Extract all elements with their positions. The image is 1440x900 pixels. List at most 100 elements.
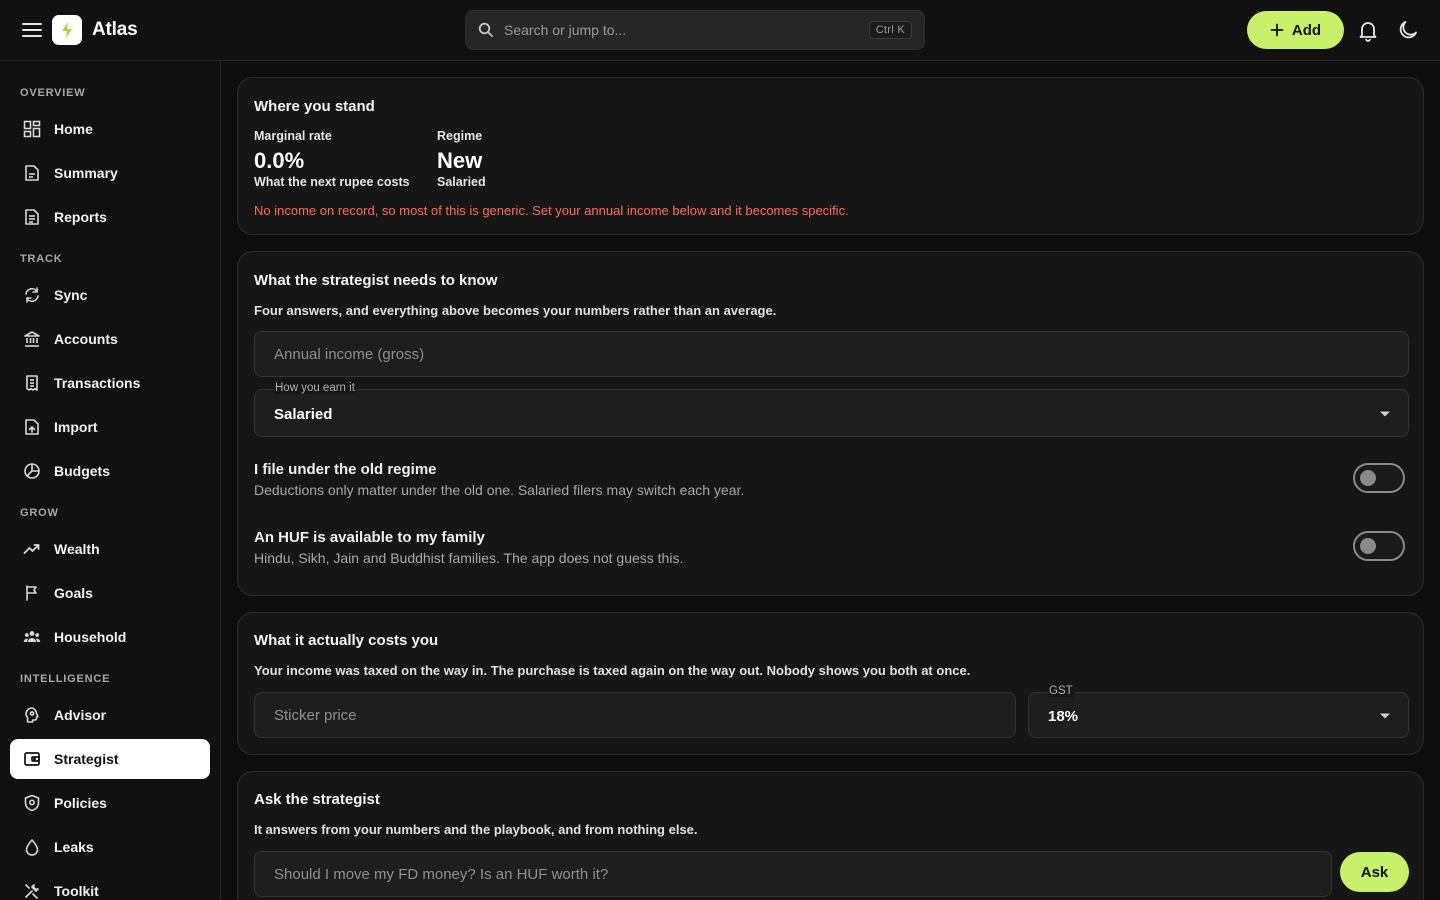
card-subtitle: Four answers, and everything above becom… <box>254 303 777 318</box>
flag-icon <box>22 583 42 603</box>
old-regime-description: Deductions only matter under the old one… <box>254 482 745 498</box>
sidebar-item-wealth[interactable]: Wealth <box>10 529 210 569</box>
chevron-down-icon <box>1380 411 1390 417</box>
app-name: Atlas <box>92 19 138 40</box>
sidebar-item-strategist[interactable]: Strategist <box>10 739 210 779</box>
sidebar-item-goals[interactable]: Goals <box>10 573 210 613</box>
sidebar-item-label: Budgets <box>54 463 110 479</box>
old-regime-toggle[interactable] <box>1353 463 1405 493</box>
bank-icon <box>22 329 42 349</box>
sidebar-item-label: Transactions <box>54 375 141 391</box>
sidebar-item-transactions[interactable]: Transactions <box>10 363 210 403</box>
old-regime-title: I file under the old regime <box>254 461 437 478</box>
marginal-rate-note: What the next rupee costs <box>254 175 410 189</box>
toggle-knob <box>1360 470 1376 486</box>
earn-type-select[interactable]: How you earn it Salaried <box>254 382 1409 437</box>
sidebar-item-label: Home <box>54 121 93 137</box>
sidebar-item-label: Import <box>54 419 98 435</box>
wallet-icon <box>22 749 42 769</box>
sidebar-item-budgets[interactable]: Budgets <box>10 451 210 491</box>
sidebar-item-label: Goals <box>54 585 93 601</box>
ask-field[interactable] <box>254 851 1332 897</box>
huf-toggle[interactable] <box>1353 531 1405 561</box>
section-intelligence: INTELLIGENCE <box>20 673 111 685</box>
sidebar-item-label: Strategist <box>54 751 119 767</box>
plus-icon <box>1270 23 1284 37</box>
shield-icon <box>22 793 42 813</box>
stand-card: Where you stand Marginal rate 0.0% What … <box>237 77 1424 235</box>
sync-icon <box>22 285 42 305</box>
earn-type-value: Salaried <box>274 406 333 423</box>
sidebar-item-label: Summary <box>54 165 118 181</box>
sticker-price-input[interactable] <box>255 693 1015 737</box>
sidebar-item-policies[interactable]: Policies <box>10 783 210 823</box>
huf-description: Hindu, Sikh, Jain and Buddhist families.… <box>254 550 684 566</box>
sidebar-item-leaks[interactable]: Leaks <box>10 827 210 867</box>
ask-card: Ask the strategist It answers from your … <box>237 771 1424 900</box>
sidebar-item-sync[interactable]: Sync <box>10 275 210 315</box>
needs-card: What the strategist needs to know Four a… <box>237 251 1424 596</box>
sidebar-item-toolkit[interactable]: Toolkit <box>10 871 210 900</box>
gst-value: 18% <box>1048 708 1079 725</box>
sidebar-item-advisor[interactable]: Advisor <box>10 695 210 735</box>
search-bar[interactable]: Search or jump to... Ctrl K <box>465 10 925 50</box>
card-subtitle: Your income was taxed on the way in. The… <box>254 663 971 678</box>
sidebar-item-label: Policies <box>54 795 107 811</box>
sidebar-item-import[interactable]: Import <box>10 407 210 447</box>
sidebar: OVERVIEW Home Summary Reports TRACK Sync… <box>0 61 221 900</box>
sidebar-item-label: Toolkit <box>54 883 99 899</box>
top-bar: Atlas Search or jump to... Ctrl K Add <box>0 0 1440 61</box>
bell-icon[interactable] <box>1356 18 1380 42</box>
gst-label: GST <box>1048 685 1074 697</box>
sidebar-item-label: Advisor <box>54 707 107 723</box>
section-grow: GROW <box>20 507 59 519</box>
people-icon <box>22 627 42 647</box>
section-track: TRACK <box>20 253 63 265</box>
sidebar-item-label: Reports <box>54 209 107 225</box>
regime-label: Regime <box>437 129 483 143</box>
drop-icon <box>22 837 42 857</box>
marginal-rate-label: Marginal rate <box>254 129 332 143</box>
menu-icon[interactable] <box>20 19 44 41</box>
document-icon <box>22 163 42 183</box>
search-placeholder: Search or jump to... <box>504 22 627 38</box>
sidebar-item-summary[interactable]: Summary <box>10 153 210 193</box>
search-shortcut: Ctrl K <box>868 21 912 39</box>
brain-icon <box>22 705 42 725</box>
app-logo[interactable] <box>52 15 82 45</box>
card-title: Where you stand <box>254 98 375 115</box>
add-button[interactable]: Add <box>1247 11 1344 49</box>
card-subtitle: It answers from your numbers and the pla… <box>254 822 698 837</box>
regime-note: Salaried <box>437 175 486 189</box>
sidebar-item-reports[interactable]: Reports <box>10 197 210 237</box>
trend-icon <box>22 539 42 559</box>
bolt-icon <box>62 22 72 38</box>
tools-icon <box>22 881 42 900</box>
annual-income-field[interactable] <box>254 331 1409 377</box>
gst-select[interactable]: GST 18% <box>1028 685 1409 738</box>
grid-icon <box>22 119 42 139</box>
search-icon <box>478 22 493 37</box>
ask-button[interactable]: Ask <box>1340 852 1409 892</box>
sidebar-item-home[interactable]: Home <box>10 109 210 149</box>
moon-icon[interactable] <box>1396 18 1420 42</box>
sidebar-item-label: Accounts <box>54 331 118 347</box>
regime-value: New <box>437 148 483 173</box>
huf-title: An HUF is available to my family <box>254 529 485 546</box>
ask-input[interactable] <box>255 852 1331 896</box>
earn-type-label: How you earn it <box>274 382 356 394</box>
sidebar-item-label: Sync <box>54 287 88 303</box>
annual-income-input[interactable] <box>255 332 1408 376</box>
sidebar-item-accounts[interactable]: Accounts <box>10 319 210 359</box>
add-button-label: Add <box>1291 21 1322 39</box>
sidebar-item-label: Household <box>54 629 127 645</box>
report-icon <box>22 207 42 227</box>
costs-card: What it actually costs you Your income w… <box>237 612 1424 755</box>
chevron-down-icon <box>1380 713 1390 719</box>
sidebar-item-label: Wealth <box>54 541 100 557</box>
sidebar-item-household[interactable]: Household <box>10 617 210 657</box>
toggle-knob <box>1360 538 1376 554</box>
no-income-warning: No income on record, so most of this is … <box>254 203 849 218</box>
sidebar-item-label: Leaks <box>54 839 94 855</box>
sticker-price-field[interactable] <box>254 692 1016 738</box>
